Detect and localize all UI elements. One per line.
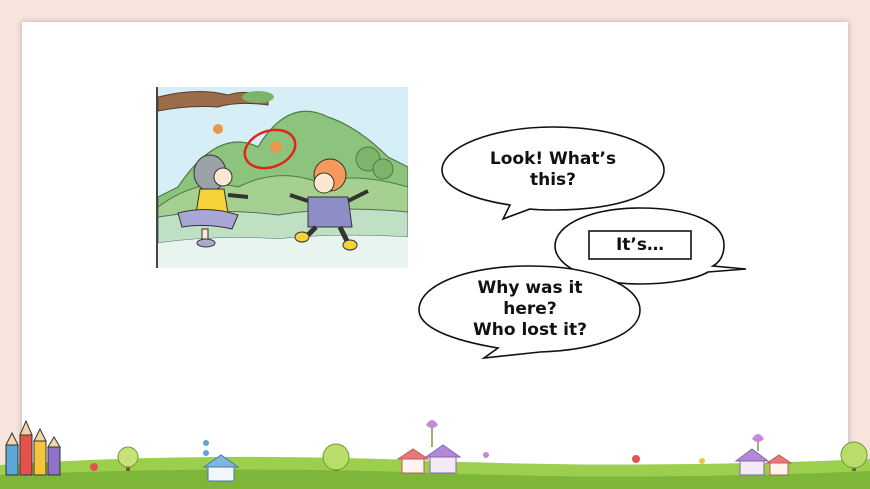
bubble2-text: It’s… — [615, 235, 665, 255]
bubble3-line2: here? — [503, 299, 557, 319]
decorative-ground — [0, 419, 870, 489]
bubble1-line2: this? — [529, 170, 577, 190]
bubble3-line1: Why was it — [477, 278, 583, 298]
bubble1-text: Look! What’s this? — [468, 149, 638, 191]
bubble3-text: Why was it here? Who lost it? — [445, 278, 615, 341]
bubble3-line3: Who lost it? — [473, 320, 587, 340]
bubble1-line1: Look! What’s — [489, 149, 617, 169]
